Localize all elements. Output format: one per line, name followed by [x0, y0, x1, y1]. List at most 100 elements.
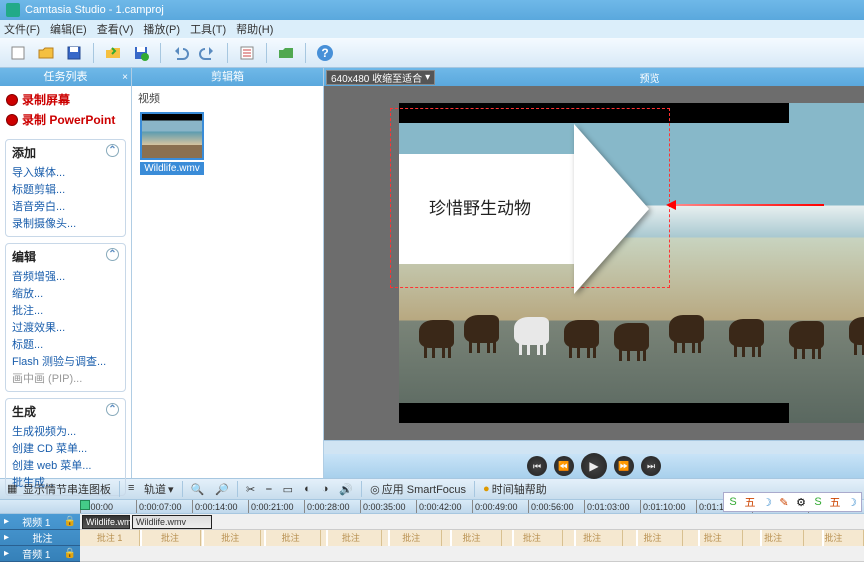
- video-frame: 珍惜野生动物: [399, 103, 789, 423]
- annotation-arrow: [674, 204, 824, 206]
- callout-segment[interactable]: 批注: [804, 530, 864, 546]
- tool-button[interactable]: ◐: [301, 482, 314, 496]
- callout-segment[interactable]: 批注: [321, 530, 381, 546]
- create-web-link[interactable]: 创建 web 菜单...: [12, 457, 119, 473]
- captions-link[interactable]: 标题...: [12, 336, 119, 352]
- import-media-link[interactable]: 导入媒体...: [12, 164, 119, 180]
- title-clip-link[interactable]: 标题剪辑...: [12, 181, 119, 197]
- menu-help[interactable]: 帮助(H): [236, 21, 273, 37]
- video-track[interactable]: Wildlife.wmv Wildlife.wmv: [80, 514, 864, 530]
- callouts-link[interactable]: 批注...: [12, 302, 119, 318]
- smartfocus-button[interactable]: ◎ 应用 SmartFocus: [367, 480, 469, 498]
- callout-segment[interactable]: 批注: [442, 530, 502, 546]
- callout-segment[interactable]: 批注: [382, 530, 442, 546]
- callout-segment[interactable]: 批注 1: [80, 530, 140, 546]
- play-button[interactable]: ▶: [581, 453, 607, 479]
- cut-button[interactable]: ✂: [243, 482, 258, 497]
- tool-button[interactable]: ◑: [319, 482, 332, 496]
- main-toolbar: ?: [0, 38, 864, 68]
- callout-segment[interactable]: 批注: [623, 530, 683, 546]
- task-pane-close[interactable]: ×: [122, 69, 128, 87]
- callout-segment[interactable]: 批注: [261, 530, 321, 546]
- lock-icon[interactable]: 🔒: [64, 548, 76, 559]
- rewind-button[interactable]: ⏪: [554, 456, 574, 476]
- video-clip[interactable]: Wildlife.wmv: [82, 515, 130, 529]
- ime-button[interactable]: ⚙: [793, 494, 809, 510]
- timeline-help-button[interactable]: ● 时间轴帮助: [480, 480, 550, 498]
- callout-track[interactable]: 批注 1 批注 批注 批注 批注 批注 批注 批注 批注 批注 批注 批注 批注: [80, 530, 864, 546]
- ime-button[interactable]: 五: [742, 494, 758, 510]
- audio-track-label[interactable]: ▸音频 1🔒: [0, 546, 80, 562]
- storyboard-icon: ▦: [7, 482, 21, 496]
- ime-button[interactable]: 五: [827, 494, 843, 510]
- preview-scrollbar[interactable]: [324, 440, 864, 454]
- ime-button[interactable]: S: [810, 494, 826, 510]
- callout-text[interactable]: 珍惜野生动物: [429, 194, 531, 219]
- task-pane-header: 任务列表 ×: [0, 68, 131, 86]
- save-button[interactable]: [62, 41, 86, 65]
- lock-icon[interactable]: 🔒: [64, 516, 76, 527]
- callout-segment[interactable]: 批注: [743, 530, 803, 546]
- collapse-icon[interactable]: ⌃: [106, 403, 119, 416]
- preview-pane: 640x480 收缩至适合 预览: [324, 68, 864, 478]
- ime-toolbar[interactable]: S 五 ☽ ✎ ⚙ S 五 ☽: [723, 492, 862, 512]
- properties-button[interactable]: [235, 41, 259, 65]
- ime-button[interactable]: ✎: [776, 494, 792, 510]
- help-button[interactable]: ?: [313, 41, 337, 65]
- forward-button[interactable]: ⏩: [614, 456, 634, 476]
- tool-button[interactable]: ▭: [280, 482, 296, 497]
- import-button[interactable]: [101, 41, 125, 65]
- callout-segment[interactable]: 批注: [683, 530, 743, 546]
- transitions-link[interactable]: 过渡效果...: [12, 319, 119, 335]
- ime-button[interactable]: ☽: [759, 494, 775, 510]
- audio-enhance-link[interactable]: 音频增强...: [12, 268, 119, 284]
- menu-view[interactable]: 查看(V): [97, 21, 134, 37]
- callout-segment[interactable]: 批注: [201, 530, 261, 546]
- preview-canvas[interactable]: 珍惜野生动物: [324, 86, 864, 440]
- first-frame-button[interactable]: ⏮: [527, 456, 547, 476]
- video-track-label[interactable]: ▸视频 1🔒: [0, 514, 80, 530]
- zoom-selector[interactable]: 640x480 收缩至适合: [326, 70, 435, 85]
- produce-video-link[interactable]: 生成视频为...: [12, 423, 119, 439]
- callout-segment[interactable]: 批注: [502, 530, 562, 546]
- zoom-out-button[interactable]: 🔎: [212, 482, 232, 497]
- tool-button[interactable]: 🔊: [336, 482, 356, 497]
- redo-button[interactable]: [196, 41, 220, 65]
- voice-narration-link[interactable]: 语音旁白...: [12, 198, 119, 214]
- menu-play[interactable]: 播放(P): [143, 21, 180, 37]
- ime-button[interactable]: ☽: [844, 494, 860, 510]
- ime-button[interactable]: S: [725, 494, 741, 510]
- callout-segment[interactable]: 批注: [140, 530, 200, 546]
- playhead[interactable]: [80, 500, 90, 510]
- menu-edit[interactable]: 编辑(E): [50, 21, 87, 37]
- new-project-button[interactable]: [6, 41, 30, 65]
- clip-name[interactable]: Wildlife.wmv: [140, 162, 204, 175]
- open-button[interactable]: [34, 41, 58, 65]
- collapse-icon[interactable]: ⌃: [106, 144, 119, 157]
- record-powerpoint-button[interactable]: 录制 PowerPoint: [6, 111, 125, 128]
- produce-button[interactable]: [274, 41, 298, 65]
- record-camera-link[interactable]: 录制摄像头...: [12, 215, 119, 231]
- tracks-button[interactable]: ≡轨道 ▾: [125, 480, 177, 498]
- flash-quiz-link[interactable]: Flash 测验与调查...: [12, 353, 119, 369]
- audio-track[interactable]: [80, 546, 864, 562]
- create-cd-link[interactable]: 创建 CD 菜单...: [12, 440, 119, 456]
- clip-thumbnail[interactable]: [140, 112, 204, 160]
- video-clip[interactable]: Wildlife.wmv: [132, 515, 212, 529]
- menu-file[interactable]: 文件(F): [4, 21, 40, 37]
- selection-box[interactable]: 珍惜野生动物: [390, 108, 670, 288]
- menu-tools[interactable]: 工具(T): [190, 21, 226, 37]
- zoom-link[interactable]: 缩放...: [12, 285, 119, 301]
- callout-segment[interactable]: 批注: [563, 530, 623, 546]
- split-button[interactable]: ⎯: [263, 482, 275, 497]
- collapse-icon[interactable]: ⌃: [106, 248, 119, 261]
- pip-link[interactable]: 画中画 (PIP)...: [12, 370, 119, 386]
- record-screen-button[interactable]: 录制屏幕: [6, 91, 125, 108]
- storyboard-button[interactable]: ▦显示情节串连图板: [4, 480, 114, 498]
- clip-bin: 剪辑箱 视频 Wildlife.wmv: [132, 68, 324, 478]
- save-as-button[interactable]: [129, 41, 153, 65]
- undo-button[interactable]: [168, 41, 192, 65]
- last-frame-button[interactable]: ⏭: [641, 456, 661, 476]
- callout-track-label[interactable]: ▸批注: [0, 530, 80, 546]
- zoom-in-button[interactable]: 🔍: [188, 482, 208, 497]
